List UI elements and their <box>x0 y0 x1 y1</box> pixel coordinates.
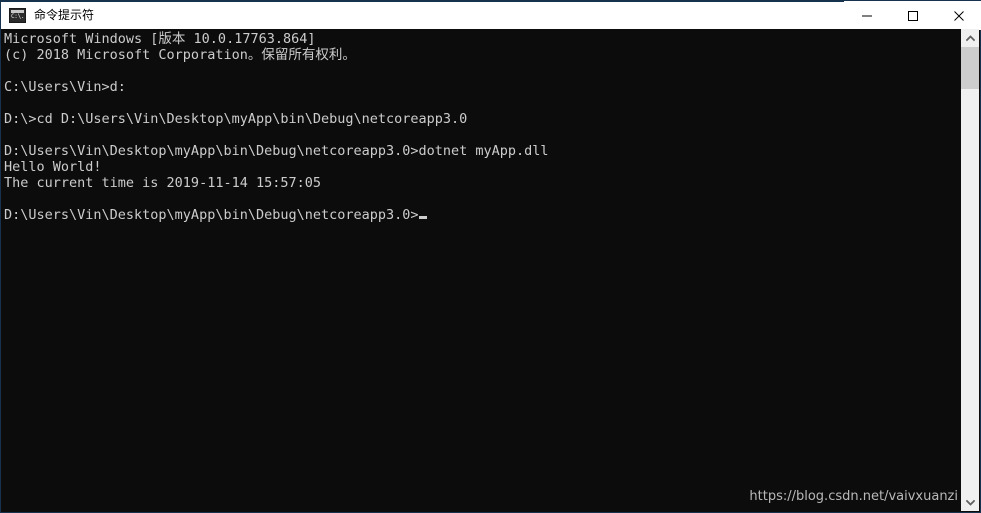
console-line: D:\Users\Vin\Desktop\myApp\bin\Debug\net… <box>4 143 549 159</box>
console-line: C:\Users\Vin>d: <box>4 79 126 95</box>
watermark-text: https://blog.csdn.net/vaivxuanzi <box>749 489 958 504</box>
command-prompt-window: C:\. 命令提示符 Microsoft Windows [版本 10.0.17… <box>0 0 981 513</box>
console-line: D:\>cd D:\Users\Vin\Desktop\myApp\bin\De… <box>4 111 468 127</box>
window-controls <box>844 1 981 30</box>
window-title: 命令提示符 <box>34 8 95 22</box>
close-icon <box>954 10 964 21</box>
maximize-icon <box>908 10 918 21</box>
chevron-up-icon <box>965 34 975 41</box>
console-lines: Microsoft Windows [版本 10.0.17763.864] (c)… <box>4 31 962 223</box>
chevron-down-icon <box>965 499 975 506</box>
cmd-icon: C:\. <box>9 8 26 23</box>
title-bar-left: C:\. 命令提示符 <box>1 2 844 29</box>
cmd-icon-label: C:\. <box>11 13 25 20</box>
minimize-button[interactable] <box>844 1 890 30</box>
scroll-up-button[interactable] <box>961 29 979 47</box>
scroll-down-button[interactable] <box>961 493 979 511</box>
minimize-icon <box>862 15 872 16</box>
vertical-scrollbar[interactable] <box>961 29 979 511</box>
title-bar[interactable]: C:\. 命令提示符 <box>1 0 981 30</box>
console-line: D:\Users\Vin\Desktop\myApp\bin\Debug\net… <box>4 207 962 223</box>
terminal-output-area[interactable]: Microsoft Windows [版本 10.0.17763.864] (c)… <box>1 29 962 511</box>
text-cursor <box>418 216 427 219</box>
maximize-button[interactable] <box>890 1 936 30</box>
console-line: Microsoft Windows [版本 10.0.17763.864] <box>4 31 316 47</box>
console-line: (c) 2018 Microsoft Corporation。保留所有权利。 <box>4 47 356 63</box>
scrollbar-thumb[interactable] <box>961 47 979 89</box>
close-button[interactable] <box>936 1 981 30</box>
console-line: The current time is 2019-11-14 15:57:05 <box>4 175 321 191</box>
console-line: Hello World! <box>4 159 102 175</box>
